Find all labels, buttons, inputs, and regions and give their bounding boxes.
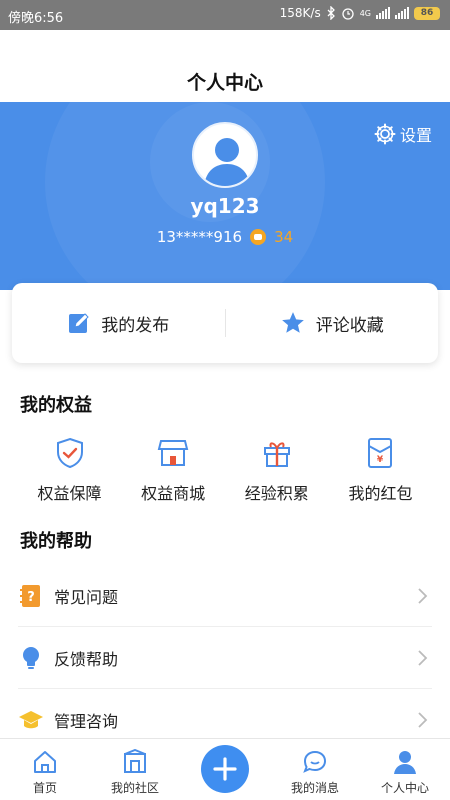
question-book-icon: ? bbox=[20, 584, 40, 607]
benefit-label: 经验积累 bbox=[244, 484, 309, 503]
title-bar: 个人中心 bbox=[0, 30, 450, 102]
help-title: 我的帮助 bbox=[20, 531, 92, 552]
signal-icon bbox=[376, 7, 390, 19]
status-bar: 傍晚6:56 158K/s 4G 86 bbox=[0, 0, 450, 30]
tab-label: 我的消息 bbox=[290, 781, 339, 795]
edit-icon bbox=[69, 313, 89, 333]
store-icon bbox=[157, 440, 189, 466]
tab-community[interactable]: 我的社区 bbox=[90, 739, 180, 800]
quick-actions-card: 我的发布 评论收藏 bbox=[12, 283, 438, 363]
red-packet-icon: ¥ bbox=[368, 438, 393, 468]
tab-label: 个人中心 bbox=[380, 781, 429, 795]
network-type: 4G bbox=[359, 8, 371, 18]
add-post-button[interactable] bbox=[201, 745, 249, 793]
wifi-signal-icon bbox=[395, 7, 409, 19]
status-time: 傍晚6:56 bbox=[8, 11, 64, 26]
status-indicators: 158K/s 4G 86 bbox=[280, 6, 440, 20]
help-list: ? 常见问题 反馈帮助 管理咨询 bbox=[18, 565, 432, 751]
help-item-faq[interactable]: ? 常见问题 bbox=[18, 565, 432, 627]
graduation-cap-icon bbox=[19, 710, 43, 728]
gift-icon bbox=[263, 442, 290, 467]
coin-icon bbox=[250, 229, 267, 245]
svg-text:¥: ¥ bbox=[377, 455, 384, 465]
benefits-grid: 权益保障 权益商城 经验积累 ¥ 我的红包 bbox=[18, 436, 432, 504]
benefit-red-packet[interactable]: ¥ 我的红包 bbox=[329, 436, 432, 504]
community-icon bbox=[124, 749, 146, 773]
bluetooth-icon bbox=[327, 6, 335, 20]
settings-button[interactable]: 设置 bbox=[374, 122, 432, 146]
help-item-label: 反馈帮助 bbox=[54, 649, 119, 669]
tab-messages[interactable]: 我的消息 bbox=[270, 739, 360, 800]
benefit-mall[interactable]: 权益商城 bbox=[122, 436, 225, 504]
network-speed: 158K/s bbox=[279, 6, 321, 20]
shield-check-icon bbox=[56, 437, 83, 469]
tab-add[interactable] bbox=[180, 739, 270, 800]
benefits-title: 我的权益 bbox=[20, 395, 92, 416]
tab-label: 首页 bbox=[32, 781, 57, 795]
phone-number: 13*****916 bbox=[156, 228, 243, 246]
favorites-button[interactable]: 评论收藏 bbox=[226, 310, 439, 336]
benefit-label: 我的红包 bbox=[348, 484, 413, 503]
tab-home[interactable]: 首页 bbox=[0, 739, 90, 800]
benefit-label: 权益保障 bbox=[37, 484, 102, 503]
star-icon bbox=[281, 312, 304, 333]
chat-bubble-icon bbox=[303, 750, 327, 773]
help-item-label: 管理咨询 bbox=[54, 711, 119, 731]
account-info: 13*****916 34 bbox=[0, 228, 450, 246]
chevron-right-icon bbox=[418, 587, 428, 604]
tab-label: 我的社区 bbox=[110, 781, 159, 795]
profile-header: 设置 yq123 13*****916 34 bbox=[0, 102, 450, 290]
page-title: 个人中心 bbox=[186, 72, 263, 94]
favorites-label: 评论收藏 bbox=[315, 315, 384, 336]
benefit-label: 权益商城 bbox=[141, 484, 206, 503]
my-posts-button[interactable]: 我的发布 bbox=[12, 311, 225, 336]
chevron-right-icon bbox=[418, 711, 428, 728]
points-value: 34 bbox=[274, 228, 294, 246]
svg-text:?: ? bbox=[27, 590, 35, 605]
alarm-icon bbox=[342, 8, 354, 20]
gear-icon bbox=[374, 123, 396, 145]
avatar[interactable] bbox=[192, 122, 258, 188]
help-item-label: 常见问题 bbox=[54, 587, 119, 607]
plus-icon bbox=[213, 757, 237, 781]
benefit-experience[interactable]: 经验积累 bbox=[225, 436, 328, 504]
home-icon bbox=[34, 751, 56, 773]
username: yq123 bbox=[190, 194, 260, 218]
lightbulb-icon bbox=[23, 646, 39, 669]
benefit-protection[interactable]: 权益保障 bbox=[18, 436, 121, 504]
settings-label: 设置 bbox=[399, 126, 432, 145]
my-posts-label: 我的发布 bbox=[101, 315, 170, 336]
chevron-right-icon bbox=[418, 649, 428, 666]
help-item-feedback[interactable]: 反馈帮助 bbox=[18, 627, 432, 689]
tab-profile[interactable]: 个人中心 bbox=[360, 739, 450, 800]
person-icon bbox=[394, 751, 416, 774]
battery-icon: 86 bbox=[414, 6, 440, 20]
bottom-tab-bar: 首页 我的社区 我的消息 个人中心 bbox=[0, 738, 450, 800]
